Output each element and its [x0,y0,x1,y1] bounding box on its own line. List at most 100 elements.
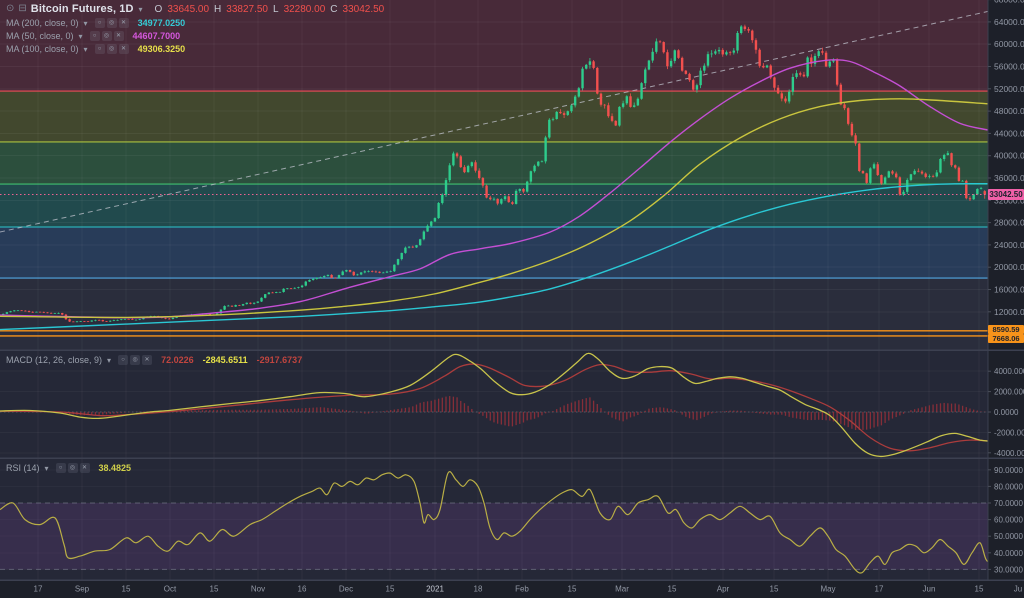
visibility-icon[interactable]: ○ [90,31,100,41]
macd-axis-label: -4000.0000 [994,449,1024,458]
ma50-legend-row: MA (50, close, 0) ▾ ○◎✕ 44607.7000 [6,30,180,42]
time-axis-label: 15 [386,585,395,594]
time-axis-label: 17 [34,585,43,594]
settings-icon[interactable]: ◎ [68,463,78,473]
price-axis-label: 36000.00 [994,173,1024,183]
visibility-icon[interactable]: ○ [56,463,66,473]
rsi-axis-label: 40.0000 [994,549,1023,558]
price-axis-label: 68000.00 [994,0,1024,5]
macd-legend-row: MACD (12, 26, close, 9) ▾ ○◎✕ 72.0226 -2… [6,354,302,366]
price-axis-label: 56000.00 [994,62,1024,72]
rsi-legend-row: RSI (14) ▾ ○◎✕ 38.4825 [6,462,131,474]
rsi-value: 38.4825 [99,463,132,473]
close-icon[interactable]: ✕ [114,31,124,41]
time-axis-label: 16 [298,585,307,594]
rsi-axis-label: 60.0000 [994,516,1023,525]
price-axis-label: 52000.00 [994,84,1024,94]
time-axis-label: 2021 [426,585,444,594]
time-axis-label: Ju [1014,585,1022,594]
open-value: 33645.00 [167,4,209,15]
rsi-caret-icon[interactable]: ▾ [45,464,49,473]
time-axis-label: 15 [668,585,677,594]
time-axis-label: 15 [210,585,219,594]
close-value: 33042.50 [343,4,385,15]
ma100-label[interactable]: MA (100, close, 0) [6,44,79,54]
settings-icon[interactable]: ◎ [107,18,117,28]
ma100-legend-row: MA (100, close, 0) ▾ ○◎✕ 49306.3250 [6,43,185,55]
macd-hist-value: 72.0226 [161,355,194,365]
price-axis-label: 16000.00 [994,285,1024,295]
close-icon[interactable]: ✕ [142,355,152,365]
quick-view-icon[interactable]: ⊙ [6,3,14,15]
time-axis-label: Apr [717,585,730,594]
ma50-value: 44607.7000 [133,31,181,41]
time-axis-label: 15 [975,585,984,594]
high-label: H [214,4,221,15]
orange-level-axis-label: 7668.06 [988,334,1024,343]
price-axis-label: 64000.00 [994,17,1024,27]
ma200-caret-icon[interactable]: ▾ [84,19,88,28]
macd-axis-label: 4000.0000 [994,367,1024,376]
rsi-label[interactable]: RSI (14) [6,463,40,473]
close-icon[interactable]: ✕ [80,463,90,473]
time-axis-label: Oct [164,585,177,594]
symbol-title[interactable]: Bitcoin Futures, 1D [31,3,134,15]
ma50-label[interactable]: MA (50, close, 0) [6,31,74,41]
time-axis-strip[interactable] [0,580,1024,598]
macd-line-value: -2845.6511 [203,355,248,365]
ma100-caret-icon[interactable]: ▾ [84,45,88,54]
macd-axis-label: 0.0000 [994,408,1019,417]
time-axis-label: Mar [615,585,629,594]
macd-axis-label: 2000.0000 [994,388,1024,397]
close-icon[interactable]: ✕ [119,44,129,54]
rsi-buttons: ○◎✕ [56,463,90,473]
time-axis-label: 15 [122,585,131,594]
time-axis-label: Jun [923,585,936,594]
settings-icon[interactable]: ◎ [102,31,112,41]
time-axis-label: 18 [474,585,483,594]
price-axis-label: 24000.00 [994,240,1024,250]
rsi-axis-label: 50.0000 [994,532,1023,541]
price-axis-label: 40000.00 [994,151,1024,161]
macd-buttons: ○◎✕ [118,355,152,365]
current-price-axis-label: 33042.50 [988,189,1024,200]
low-label: L [273,4,279,15]
time-axis-label: Feb [515,585,529,594]
price-axis-label: 28000.00 [994,218,1024,228]
visibility-icon[interactable]: ○ [118,355,128,365]
orange-level-axis-label: 8590.59 [988,325,1024,334]
settings-icon[interactable]: ◎ [130,355,140,365]
high-value: 33827.50 [226,4,268,15]
ma200-value: 34977.0250 [138,18,186,28]
rsi-axis-label: 80.0000 [994,482,1023,491]
ma100-buttons: ○◎✕ [95,44,129,54]
macd-caret-icon[interactable]: ▾ [107,356,111,365]
rsi-axis-label: 70.0000 [994,499,1023,508]
ma50-caret-icon[interactable]: ▾ [79,32,83,41]
macd-label[interactable]: MACD (12, 26, close, 9) [6,355,102,365]
visibility-icon[interactable]: ○ [95,18,105,28]
chart-canvas[interactable]: 68000.0064000.0060000.0056000.0052000.00… [0,0,1024,598]
symbol-legend-row: ⊙ ⊟ Bitcoin Futures, 1D ▾ O 33645.00 H 3… [6,3,384,15]
ma200-legend-row: MA (200, close, 0) ▾ ○◎✕ 34977.0250 [6,17,185,29]
ma200-label[interactable]: MA (200, close, 0) [6,18,79,28]
ma50-buttons: ○◎✕ [90,31,124,41]
trading-chart-window: { "header": { "icon_left_1": "⊙", "icon_… [0,0,1024,598]
ohlc-readout: O 33645.00 H 33827.50 L 32280.00 C 33042… [155,4,385,15]
open-label: O [155,4,163,15]
window-icon[interactable]: ⊟ [18,3,26,15]
time-axis-label: Sep [75,585,90,594]
visibility-icon[interactable]: ○ [95,44,105,54]
close-icon[interactable]: ✕ [119,18,129,28]
settings-icon[interactable]: ◎ [107,44,117,54]
macd-signal-value: -2917.6737 [257,355,303,365]
time-axis-label: 15 [568,585,577,594]
time-axis-label: 15 [770,585,779,594]
macd-axis-label: -2000.0000 [994,428,1024,437]
time-axis-label: Nov [251,585,265,594]
ma100-value: 49306.3250 [138,44,186,54]
time-axis-label: 17 [875,585,884,594]
price-axis-label: 20000.00 [994,262,1024,272]
rsi-axis-label: 90.0000 [994,466,1023,475]
symbol-caret-icon[interactable]: ▾ [139,5,143,14]
